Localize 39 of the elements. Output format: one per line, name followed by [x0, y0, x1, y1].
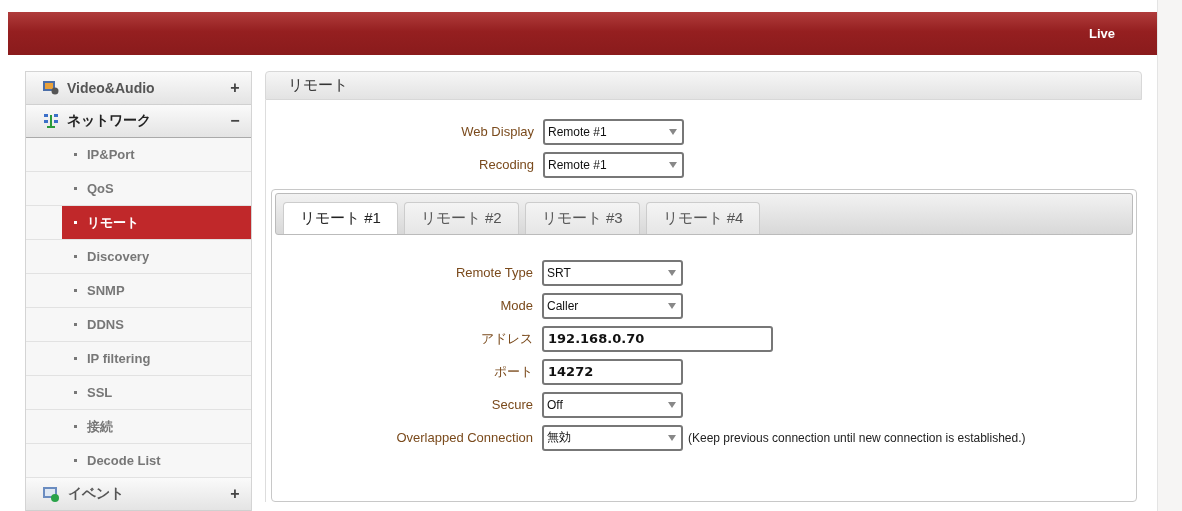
dropdown[interactable]: SRT — [542, 259, 683, 286]
caret-icon — [669, 128, 677, 135]
field-label: Mode — [499, 298, 534, 313]
caret-icon — [668, 401, 676, 408]
field-note: (Keep previous connection until new connection is established.) — [688, 430, 1026, 445]
caret-icon — [668, 434, 676, 441]
field-label: Remote Type — [454, 265, 534, 280]
field-label: アドレス — [480, 329, 534, 348]
dropdown[interactable]: Remote #1 — [543, 151, 684, 178]
caret-icon — [668, 269, 676, 276]
caret-icon — [668, 302, 676, 309]
caret-icon — [669, 161, 677, 168]
expand-icon: + — [229, 485, 241, 503]
tab[interactable]: リモート #1 — [283, 202, 398, 234]
monitor-icon — [43, 81, 59, 95]
network-icon — [43, 113, 59, 129]
expand-icon: + — [229, 79, 241, 97]
collapse-icon: − — [229, 112, 241, 130]
tab[interactable]: リモート #3 — [524, 202, 640, 234]
input-field[interactable]: 192.168.0.70 — [542, 325, 773, 352]
menu-group[interactable]: Video&Audio + — [26, 72, 251, 105]
menu-group[interactable]: イベント + — [26, 478, 251, 511]
menu-group[interactable]: ネットワーク − — [26, 105, 251, 138]
field-label: ポート — [493, 362, 534, 381]
field-label: Web Display — [460, 124, 535, 139]
dropdown[interactable]: Off — [542, 391, 683, 418]
menu-item[interactable]: リモート — [62, 206, 251, 239]
tab[interactable]: リモート #2 — [403, 202, 519, 234]
dropdown[interactable]: 無効 — [542, 424, 683, 451]
field-label: Overlapped Connection — [395, 430, 534, 445]
input-field[interactable]: 14272 — [542, 358, 683, 385]
tab[interactable]: リモート #4 — [645, 202, 761, 234]
field-label: Recoding — [478, 157, 535, 172]
dropdown[interactable]: Remote #1 — [543, 118, 684, 145]
panel-title: リモート — [265, 71, 1142, 100]
live-link[interactable]: Live — [1089, 26, 1115, 41]
dropdown[interactable]: Caller — [542, 292, 683, 319]
field-label: Secure — [490, 397, 534, 412]
event-icon — [43, 486, 60, 502]
